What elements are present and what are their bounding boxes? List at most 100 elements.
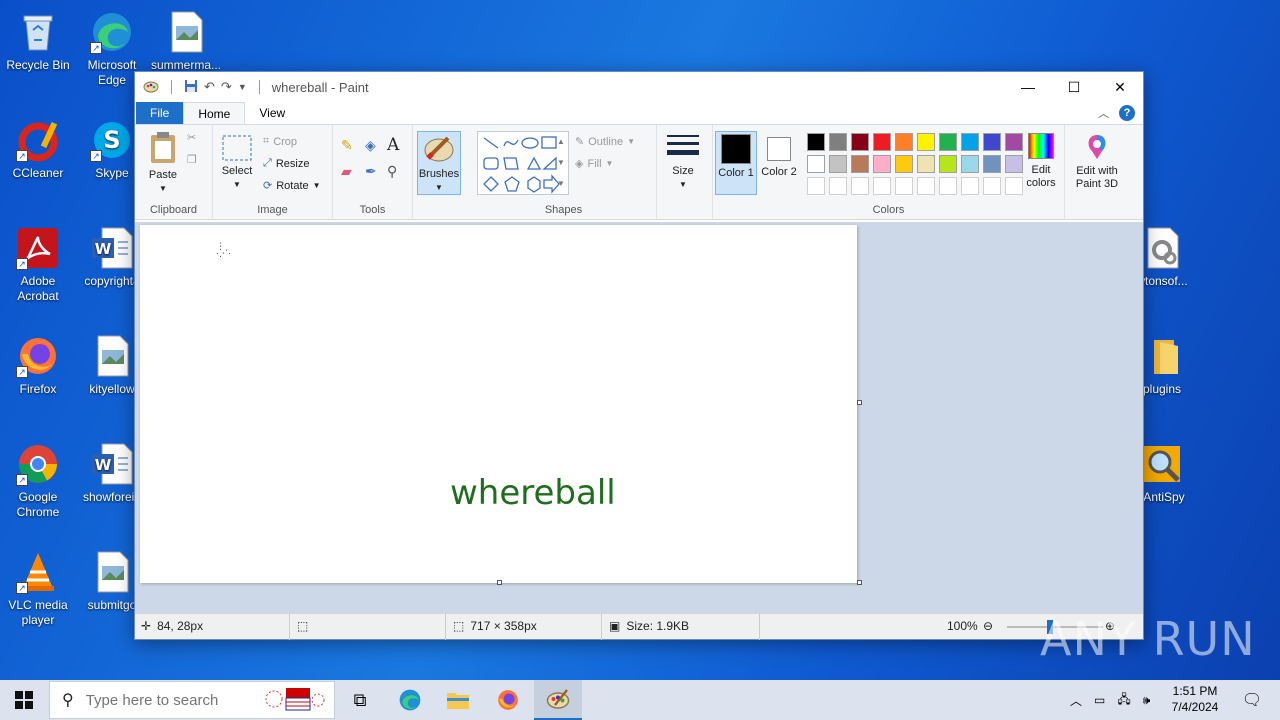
desktop-icon-adobe-acrobat[interactable]: ↗ Adobe Acrobat [0,222,76,304]
custom-color-swatch[interactable] [807,177,825,195]
color-swatch[interactable] [917,155,935,173]
paste-button[interactable]: Paste ▼ [141,131,185,195]
desktop-icon-label: Google Chrome [16,490,60,519]
color1-swatch [721,134,751,164]
desktop-icon-recycle-bin[interactable]: Recycle Bin [0,6,76,73]
color-swatch[interactable] [961,133,979,151]
brushes-button[interactable]: Brushes ▼ [417,131,461,195]
tab-file[interactable]: File [136,102,184,124]
taskbar-firefox[interactable] [484,680,532,720]
help-icon[interactable]: ? [1119,105,1135,121]
tab-home[interactable]: Home [183,102,246,124]
minimize-button[interactable]: — [1005,72,1051,102]
drawing-canvas[interactable]: ⋮ ·⋰· whereball [140,225,857,583]
desktop-icon-summerma[interactable]: summerma... [148,6,224,73]
search-input[interactable] [85,691,256,709]
color-swatch[interactable] [807,155,825,173]
customize-quick-access-icon[interactable]: ▼ [238,82,247,92]
close-button[interactable]: ✕ [1097,72,1143,102]
resize-button[interactable]: ⤢ Resize [263,157,309,170]
fill-button[interactable]: ◈ Fill ▼ [575,157,613,171]
color-swatch[interactable] [983,155,1001,173]
rotate-button[interactable]: ⟳ Rotate ▼ [263,179,321,193]
dimensions-icon: ⬚ [453,619,465,633]
search-highlight-icon [260,682,330,719]
resize-handle-right[interactable] [857,400,862,405]
shapes-scroll[interactable]: ▲ ▼ ▼ [557,131,565,194]
taskbar-paint[interactable] [534,680,582,720]
maximize-button[interactable]: ☐ [1051,72,1097,102]
redo-icon[interactable]: ↷ [221,79,232,95]
color-swatch[interactable] [851,133,869,151]
outline-button[interactable]: ✎ Outline ▼ [575,135,635,149]
desktop-icon-google-chrome[interactable]: ↗ Google Chrome [0,438,76,520]
notification-icon: 🗨 [1241,692,1263,709]
color-swatch[interactable] [961,155,979,173]
acrobat-icon: ↗ [16,226,60,270]
taskbar-edge[interactable] [386,680,434,720]
taskbar-search-box[interactable]: ⚲ [49,681,335,719]
color-swatch[interactable] [939,155,957,173]
system-tray: ︿ ▭ 🖧 🕪 [1070,680,1150,720]
taskbar-clock[interactable]: 1:51 PM 7/4/2024 [1162,683,1228,715]
group-label: Shapes [544,204,583,216]
select-button[interactable]: Select ▼ [219,135,255,191]
battery-icon[interactable]: ▭ [1094,693,1105,707]
desktop-icon-ccleaner[interactable]: ↗ CCleaner [0,114,76,181]
color-swatch[interactable] [807,133,825,151]
anyrun-watermark: ANY RUN [1040,612,1256,666]
custom-color-swatch[interactable] [939,177,957,195]
custom-color-swatch[interactable] [829,177,847,195]
color-swatch[interactable] [983,133,1001,151]
text-tool[interactable]: A [387,135,399,155]
color-swatch[interactable] [851,155,869,173]
desktop-icon-vlc[interactable]: ↗ VLC media player [0,546,76,628]
volume-icon[interactable]: 🕪 [1143,693,1151,708]
resize-handle-corner[interactable] [857,580,862,585]
color-swatch[interactable] [873,133,891,151]
recycle-bin-icon [16,10,60,54]
custom-color-swatch[interactable] [851,177,869,195]
settings-file-icon [1140,226,1184,270]
size-button[interactable]: Size ▼ [663,133,703,191]
desktop-icon-firefox[interactable]: ↗ Firefox [0,330,76,397]
zoom-out-button[interactable]: ⊖ [983,619,993,633]
custom-color-swatch[interactable] [961,177,979,195]
custom-color-swatch[interactable] [873,177,891,195]
color-picker-tool[interactable]: ✒ [365,163,377,180]
color-swatch[interactable] [895,133,913,151]
color-swatch[interactable] [895,155,913,173]
network-icon[interactable]: 🖧 [1117,690,1130,711]
show-hidden-icons[interactable]: ︿ [1070,692,1082,709]
notifications-button[interactable]: 🗨 [1232,680,1272,720]
custom-color-swatch[interactable] [895,177,913,195]
fill-tool[interactable]: ◈ [365,137,376,154]
tab-view[interactable]: View [245,102,299,124]
color1-button[interactable]: Color 1 [715,131,757,195]
start-button[interactable] [0,680,48,720]
copy-button[interactable]: ❐ [187,153,197,166]
edit-with-paint3d-button[interactable]: Edit with Paint 3D [1069,133,1125,191]
color-swatch[interactable] [939,133,957,151]
color2-button[interactable]: Color 2 [759,131,799,179]
eraser-tool[interactable]: ▰ [341,163,352,180]
windows-logo-icon [15,691,33,709]
color-swatch[interactable] [873,155,891,173]
cut-button[interactable]: ✂ [187,131,196,144]
task-view-button[interactable]: ⧉ [336,680,384,720]
custom-color-swatch[interactable] [983,177,1001,195]
crop-button[interactable]: ⌗ Crop [263,135,297,148]
color-swatch[interactable] [829,133,847,151]
save-icon[interactable] [184,79,198,96]
color-swatch[interactable] [917,133,935,151]
resize-handle-bottom[interactable] [497,580,502,585]
shapes-gallery[interactable] [477,131,569,195]
custom-color-swatch[interactable] [917,177,935,195]
color-swatch[interactable] [829,155,847,173]
edit-colors-button[interactable]: Edit colors [1019,133,1063,190]
undo-icon[interactable]: ↶ [204,79,215,95]
magnifier-tool[interactable]: ⚲ [387,163,397,180]
pencil-tool[interactable]: ✎ [341,137,353,154]
collapse-ribbon-icon[interactable]: ︿ [1098,105,1109,121]
taskbar-file-explorer[interactable] [434,680,482,720]
